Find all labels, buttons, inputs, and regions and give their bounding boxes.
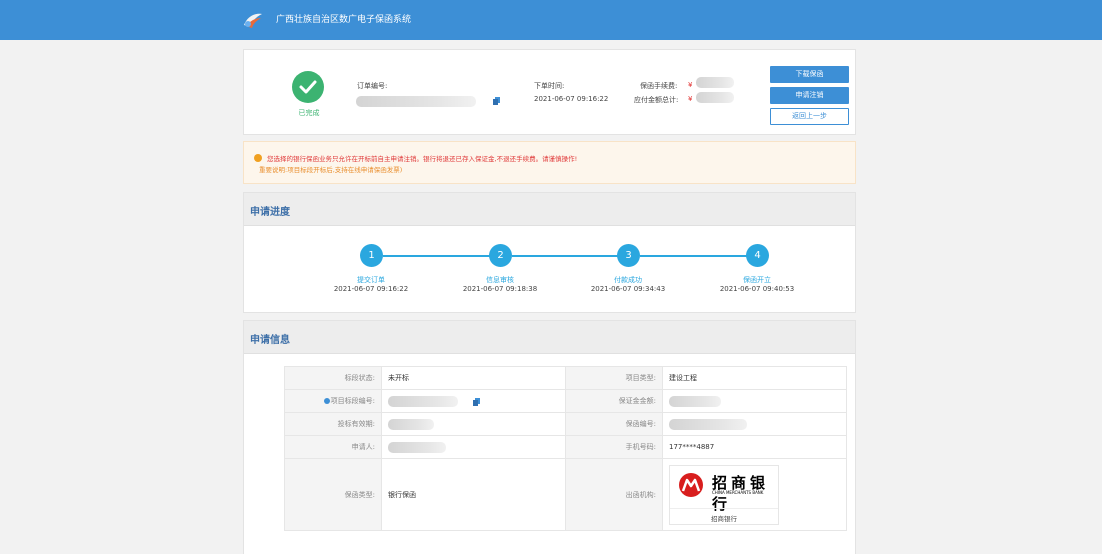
step-connector [383,255,490,257]
step-3-circle: 3 [617,244,640,267]
apply-cancel-button[interactable]: 申请注销 [770,87,849,104]
section-no-masked [388,395,458,407]
order-no-masked [356,96,476,107]
fee-masked [696,77,734,88]
step-4-time: 2021-06-07 09:40:53 [719,285,795,293]
issuer-value: 招商银行 CHINA MERCHANTS BANK 招商银行 [662,458,847,531]
success-check-icon [292,71,324,103]
table-row: 投标有效期: 保函编号: [284,412,847,436]
order-status: 已完成 [298,109,320,117]
bank-name: 招商银行 [670,507,778,523]
validity-masked [388,418,434,430]
top-bar: 广西壮族自治区数广电子保函系统 [0,0,1102,40]
order-time: 2021-06-07 09:16:22 [534,95,609,103]
download-guarantee-button[interactable]: 下载保函 [770,66,849,83]
bid-status-value: 未开标 [381,366,566,390]
info-table: 标段状态: 未开标 项目类型: 建设工程 项目标段编号: 保证金金额: 投标有效… [284,366,847,531]
progress-section: 申请进度 1 2 3 4 提交订单 信息审核 付款成功 保函开立 2021-06… [243,192,856,313]
guarantee-no-value [662,412,847,436]
table-row: 项目标段编号: 保证金金额: [284,389,847,413]
guarantee-no-label: 保函编号: [565,412,663,436]
fee-currency: ¥ [688,81,693,89]
table-row: 申请人: 手机号码: 177****4887 [284,435,847,459]
issuer-label: 出函机构: [565,458,663,531]
progress-header: 申请进度 [244,193,855,226]
bid-status-label: 标段状态: [284,366,382,390]
deposit-label: 保证金金额: [565,389,663,413]
project-type-label: 项目类型: [565,366,663,390]
total-masked [696,92,734,103]
app-logo-icon [244,13,262,28]
step-2-name: 信息审核 [486,276,514,284]
step-connector [640,255,747,257]
order-time-label: 下单时间: [534,82,565,90]
section-no-label-cell: 项目标段编号: [284,389,382,413]
order-no-label: 订单编号: [357,82,388,90]
info-icon [323,398,330,404]
section-no-value [381,389,566,413]
info-title: 申请信息 [250,335,290,346]
app-title: 广西壮族自治区数广电子保函系统 [276,15,412,25]
guarantee-type-value: 银行保函 [381,458,566,531]
validity-label: 投标有效期: [284,412,382,436]
step-3-name: 付款成功 [614,276,642,284]
step-2-circle: 2 [489,244,512,267]
guarantee-type-label: 保函类型: [284,458,382,531]
table-row: 标段状态: 未开标 项目类型: 建设工程 [284,366,847,390]
validity-value [381,412,566,436]
bank-logo-en: CHINA MERCHANTS BANK [712,489,764,495]
application-info-section: 申请信息 标段状态: 未开标 项目类型: 建设工程 项目标段编号: 保证金金额:… [243,320,856,554]
info-header: 申请信息 [244,321,855,354]
total-currency: ¥ [688,95,693,103]
applicant-value [381,435,566,459]
step-connector [512,255,619,257]
fee-label: 保函手续费: [640,82,678,90]
bank-card: 招商银行 CHINA MERCHANTS BANK 招商银行 [669,464,779,525]
step-1-name: 提交订单 [357,276,385,284]
order-summary-card: 已完成 订单编号: 下单时间: 2021-06-07 09:16:22 保函手续… [243,49,856,135]
back-button[interactable]: 返回上一步 [770,108,849,125]
step-4-name: 保函开立 [743,276,771,284]
step-2-time: 2021-06-07 09:18:38 [462,285,538,293]
phone-label: 手机号码: [565,435,663,459]
applicant-masked [388,441,446,453]
phone-value: 177****4887 [662,435,847,459]
project-type-value: 建设工程 [662,366,847,390]
notice-banner: 您选择的银行保函业务只允许在开标前自主申请注销。银行将退还已存入保证金,不退还手… [243,141,856,184]
step-4-circle: 4 [746,244,769,267]
guarantee-no-masked [669,418,747,430]
warning-icon [254,154,262,162]
notice-important-text: 重要说明:项目标段开标后,支持在线申请保函发票) [259,166,403,174]
table-row: 保函类型: 银行保函 出函机构: 招商银行 CHINA MERCHANTS BA… [284,458,847,531]
deposit-value [662,389,847,413]
step-3-time: 2021-06-07 09:34:43 [590,285,666,293]
total-label: 应付金额总计: [634,96,679,104]
deposit-masked [669,395,721,407]
step-1-circle: 1 [360,244,383,267]
step-1-time: 2021-06-07 09:16:22 [333,285,409,293]
applicant-label: 申请人: [284,435,382,459]
progress-title: 申请进度 [250,207,290,218]
notice-warning-text: 您选择的银行保函业务只允许在开标前自主申请注销。银行将退还已存入保证金,不退还手… [267,155,578,163]
section-no-label: 项目标段编号: [330,397,375,405]
copy-icon[interactable] [493,97,500,105]
copy-icon[interactable] [473,398,480,406]
